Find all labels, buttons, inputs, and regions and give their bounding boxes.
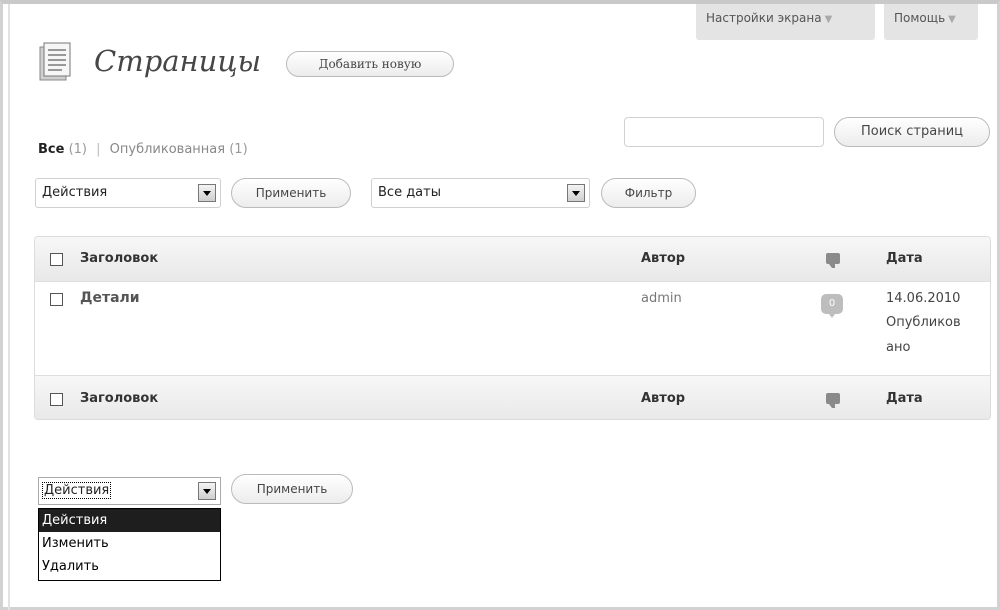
row-author[interactable]: admin <box>641 291 682 306</box>
option-edit[interactable]: Изменить <box>39 532 220 555</box>
filter-button[interactable]: Фильтр <box>601 178 696 208</box>
help-label: Помощь <box>894 11 946 25</box>
page-title: Страницы <box>94 44 262 78</box>
row-status-line1: Опубликов <box>886 315 961 330</box>
dropdown-arrow-icon[interactable] <box>198 482 216 500</box>
comment-count-badge[interactable]: 0 <box>821 294 843 318</box>
bulk-actions-select-bottom[interactable]: Действия <box>38 477 221 505</box>
screen-options-label: Настройки экрана <box>706 11 822 25</box>
frame-divider <box>8 4 10 610</box>
bulk-actions-value: Действия <box>42 185 108 200</box>
filter-all-link[interactable]: Все <box>38 142 64 157</box>
chevron-down-icon: ▼ <box>824 14 833 25</box>
column-date-footer[interactable]: Дата <box>886 391 923 406</box>
help-tab[interactable]: Помощь ▼ <box>884 4 978 40</box>
filter-published-count: (1) <box>229 142 248 157</box>
date-filter-select[interactable]: Все даты <box>371 178 590 208</box>
row-date: 14.06.2010 <box>886 291 961 306</box>
comments-icon[interactable] <box>826 393 840 408</box>
dropdown-arrow-icon[interactable] <box>567 184 585 202</box>
select-all-checkbox-footer[interactable] <box>50 393 63 406</box>
search-input[interactable] <box>624 117 824 147</box>
bulk-actions-bottom-value: Действия <box>41 482 112 499</box>
filter-published-link[interactable]: Опубликованная <box>110 142 225 157</box>
column-date-header[interactable]: Дата <box>886 251 923 266</box>
filter-separator: | <box>96 142 101 157</box>
table-footer: Заголовок Автор Дата <box>35 375 990 419</box>
bulk-actions-select-top[interactable]: Действия <box>35 178 221 208</box>
apply-button-top[interactable]: Применить <box>231 178 351 208</box>
bulk-actions-dropdown-list: Действия Изменить Удалить <box>38 508 221 581</box>
dropdown-arrow-icon[interactable] <box>198 184 216 202</box>
comments-icon[interactable] <box>826 253 840 268</box>
add-new-button[interactable]: Добавить новую <box>286 51 454 77</box>
chevron-down-icon: ▼ <box>948 14 956 25</box>
date-filter-value: Все даты <box>378 185 441 200</box>
filter-all-count: (1) <box>68 142 87 157</box>
row-checkbox[interactable] <box>50 293 63 306</box>
column-title-footer[interactable]: Заголовок <box>80 391 158 406</box>
screen-options-tab[interactable]: Настройки экрана ▼ <box>696 4 875 40</box>
option-delete[interactable]: Удалить <box>39 555 220 578</box>
search-pages-button[interactable]: Поиск страниц <box>834 117 990 147</box>
table-header: Заголовок Автор Дата <box>35 237 990 282</box>
status-filter-links: Все (1) | Опубликованная (1) <box>38 142 248 157</box>
pages-table: Заголовок Автор Дата Детали admin 0 14.0… <box>34 236 991 420</box>
pages-icon <box>39 42 71 81</box>
column-author-header: Автор <box>641 251 686 266</box>
apply-button-bottom[interactable]: Применить <box>231 474 353 504</box>
select-all-checkbox[interactable] <box>50 253 63 266</box>
row-status-line2: ано <box>886 340 911 355</box>
option-actions[interactable]: Действия <box>39 509 220 532</box>
column-author-footer: Автор <box>641 391 686 406</box>
row-title-link[interactable]: Детали <box>80 290 140 306</box>
column-title-header[interactable]: Заголовок <box>80 251 158 266</box>
